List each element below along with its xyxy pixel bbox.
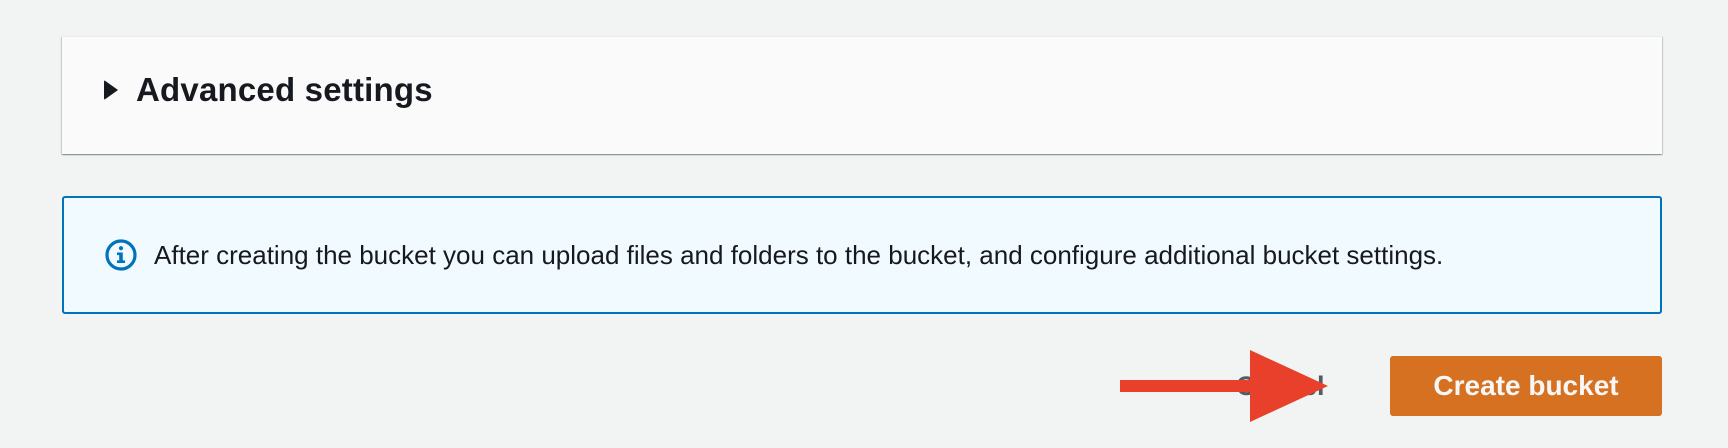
info-alert-message: After creating the bucket you can upload… xyxy=(154,239,1444,270)
caret-right-icon xyxy=(104,80,118,100)
advanced-settings-panel: Advanced settings xyxy=(62,36,1662,154)
info-alert: After creating the bucket you can upload… xyxy=(62,196,1662,314)
annotation-arrow xyxy=(1120,350,1328,422)
create-bucket-button[interactable]: Create bucket xyxy=(1390,356,1662,416)
advanced-settings-toggle[interactable]: Advanced settings xyxy=(104,71,433,109)
advanced-settings-title: Advanced settings xyxy=(136,71,433,108)
info-icon xyxy=(105,239,137,271)
